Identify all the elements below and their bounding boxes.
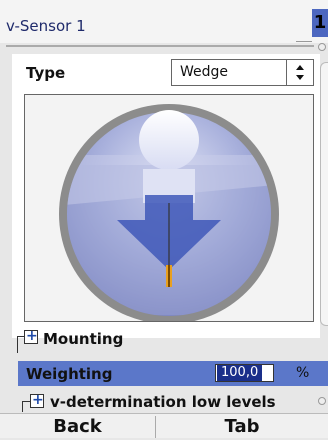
back-button[interactable]: Back xyxy=(0,414,155,438)
weighting-label: Weighting xyxy=(26,365,113,383)
v-determination-section-label[interactable]: v-determination low levels xyxy=(50,393,276,411)
v-determination-expand-button[interactable]: + xyxy=(30,392,44,408)
updown-arrow-icon[interactable] xyxy=(286,60,313,85)
wedge-sensor-icon xyxy=(59,104,279,321)
scroll-indicator-icon xyxy=(318,43,326,51)
page-title: v-Sensor 1 xyxy=(6,17,86,35)
page-number-badge: 1 xyxy=(312,9,328,37)
title-corner-line xyxy=(296,41,312,42)
next-panel-edge xyxy=(320,62,328,326)
title-bar: v-Sensor 1 1 xyxy=(0,0,328,43)
type-select[interactable]: Wedge xyxy=(171,59,314,86)
weighting-row[interactable]: Weighting 100,0 % xyxy=(18,361,328,386)
mounting-expand-button[interactable]: + xyxy=(24,328,38,344)
plus-icon: + xyxy=(32,392,44,408)
weighting-value: 100,0 xyxy=(217,365,263,381)
scroll-indicator-icon xyxy=(318,397,326,405)
softkey-bar: Back Tab xyxy=(0,413,328,438)
plus-icon: + xyxy=(26,328,38,344)
tab-button[interactable]: Tab xyxy=(156,414,328,438)
title-divider xyxy=(6,45,314,47)
weighting-unit: % xyxy=(296,365,310,381)
weighting-input[interactable]: 100,0 xyxy=(215,364,274,382)
sensor-illustration-frame xyxy=(24,94,314,322)
type-label: Type xyxy=(26,64,66,82)
type-select-value: Wedge xyxy=(180,64,229,80)
mounting-section-label[interactable]: Mounting xyxy=(43,330,123,348)
